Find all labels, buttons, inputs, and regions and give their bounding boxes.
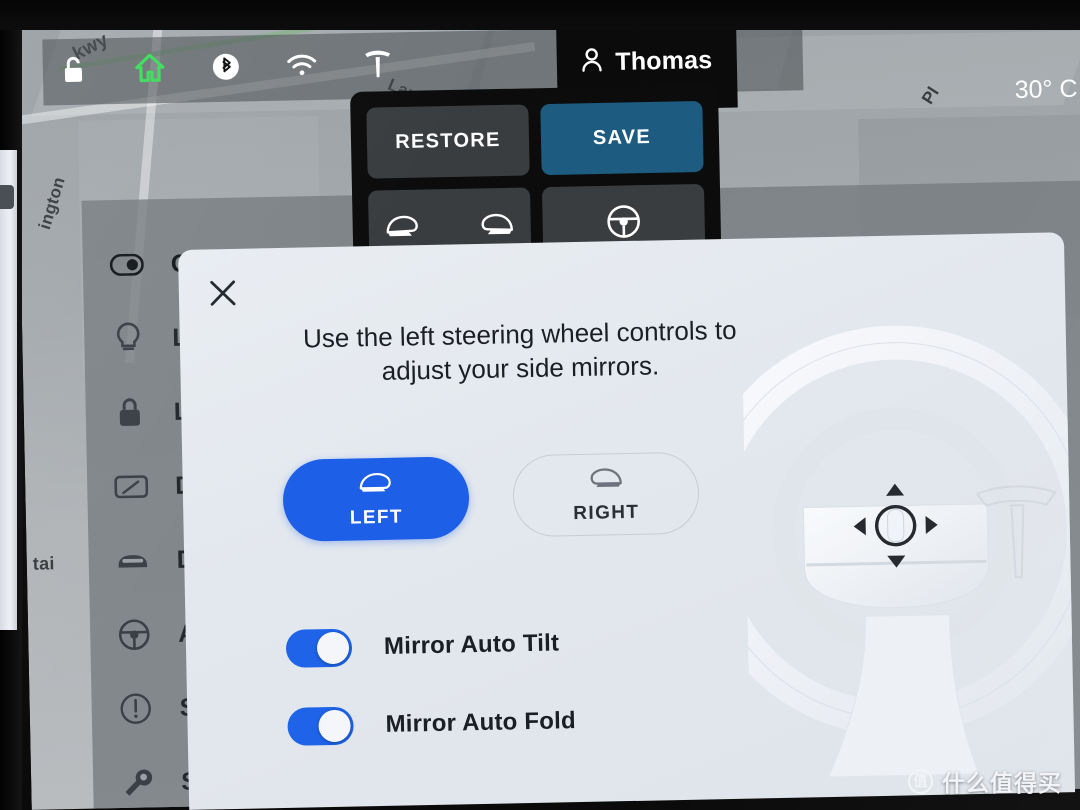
mirror-right-icon xyxy=(476,208,517,239)
steering-wheel-icon xyxy=(116,616,153,653)
watermark-text: 什么值得买 xyxy=(942,770,1062,796)
mirror-auto-tilt-row: Mirror Auto Tilt xyxy=(285,624,575,668)
warning-circle-icon xyxy=(117,690,154,727)
mirror-left-option[interactable]: LEFT xyxy=(282,456,470,542)
mirror-auto-fold-label: Mirror Auto Fold xyxy=(385,707,577,738)
wifi-icon[interactable] xyxy=(285,48,320,83)
map-label: tai xyxy=(32,553,55,574)
dialog-instruction: Use the left steering wheel controls to … xyxy=(239,312,800,392)
screen-edge-rail xyxy=(0,150,17,630)
toggle-switch-icon xyxy=(108,246,145,283)
mirror-auto-tilt-label: Mirror Auto Tilt xyxy=(383,629,560,660)
watermark-badge: 值 xyxy=(908,768,933,794)
mirror-toggle-group: Mirror Auto Tilt Mirror Auto Fold xyxy=(285,624,577,746)
wrench-icon xyxy=(119,764,156,801)
bluetooth-icon[interactable] xyxy=(209,49,244,84)
steering-wheel-illustration xyxy=(690,312,1076,799)
tesla-touchscreen-photo: kwy Lan ington tai Pl xyxy=(0,0,1080,810)
mirror-adjustment-dialog: Use the left steering wheel controls to … xyxy=(178,232,1076,810)
mirror-right-label: RIGHT xyxy=(573,501,640,525)
map-label: ington xyxy=(35,174,69,232)
mirror-right-option[interactable]: RIGHT xyxy=(512,451,700,538)
mirror-side-selector: LEFT RIGHT xyxy=(282,451,700,542)
lightbulb-icon xyxy=(110,320,147,357)
home-icon[interactable] xyxy=(133,51,168,86)
lock-icon xyxy=(111,394,148,431)
mirror-left-icon xyxy=(354,469,397,501)
car-front-icon xyxy=(114,542,151,579)
mirror-auto-fold-toggle[interactable] xyxy=(287,706,354,746)
mirror-right-icon xyxy=(584,464,627,496)
status-icon-group xyxy=(57,46,396,87)
outside-temperature: 30° C xyxy=(1014,74,1078,104)
screen-edge-nub xyxy=(0,185,14,209)
display-gauge-icon xyxy=(113,468,150,505)
mirror-auto-tilt-toggle[interactable] xyxy=(285,628,353,668)
mirror-left-label: LEFT xyxy=(349,506,404,529)
toggle-knob xyxy=(318,709,351,743)
restore-button[interactable]: RESTORE xyxy=(366,104,530,179)
watermark: 值 什么值得买 xyxy=(908,764,1062,798)
mirror-auto-fold-row: Mirror Auto Fold xyxy=(287,702,576,746)
steering-wheel-icon xyxy=(606,204,641,239)
close-icon[interactable] xyxy=(205,275,242,312)
profile-name: Thomas xyxy=(615,45,713,76)
save-button[interactable]: SAVE xyxy=(540,100,704,176)
tesla-logo-icon[interactable] xyxy=(360,46,395,81)
screen-bezel-top xyxy=(0,0,1080,30)
toggle-knob xyxy=(316,631,350,665)
mirror-left-icon xyxy=(382,210,423,241)
person-icon xyxy=(581,47,604,78)
lock-open-icon[interactable] xyxy=(57,53,92,88)
